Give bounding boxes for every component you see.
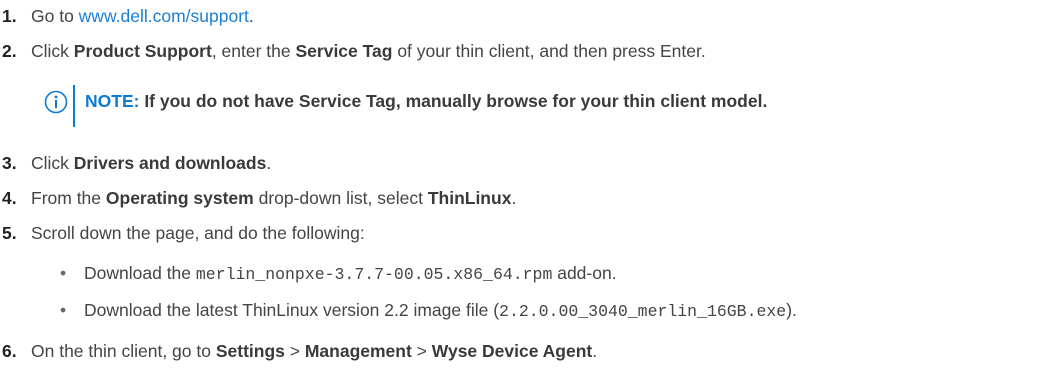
step-2: 2. Click Product Support, enter the Servi… <box>0 40 706 62</box>
thinlinux-label: ThinLinux <box>427 188 512 208</box>
step-4: 4. From the Operating system drop-down li… <box>0 187 516 209</box>
wyse-device-agent-label: Wyse Device Agent <box>431 341 593 361</box>
drivers-downloads-label: Drivers and downloads <box>73 153 267 173</box>
step-text: > <box>284 341 305 361</box>
list-item: • Download the merlin_nonpxe-3.7.7-00.05.… <box>60 262 617 286</box>
step-6: 6. On the thin client, go to Settings > M… <box>0 340 597 362</box>
product-support-label: Product Support <box>73 41 212 61</box>
step-text: Click <box>31 153 74 173</box>
list-item: • Download the latest ThinLinux version 2… <box>60 299 797 323</box>
step-text: . <box>511 188 517 208</box>
step-number: 1. <box>2 6 17 26</box>
step-text: On the thin client, go to <box>31 341 216 361</box>
note-text: NOTE: If you do not have Service Tag, ma… <box>85 90 767 112</box>
step-text: > <box>411 341 432 361</box>
step-number: 6. <box>2 341 17 361</box>
step-number: 5. <box>2 223 17 243</box>
info-circle-icon <box>44 90 68 114</box>
step-text: Click <box>31 41 74 61</box>
settings-label: Settings <box>215 341 285 361</box>
step-5: 5. Scroll down the page, and do the follo… <box>0 222 365 244</box>
step-1: 1. Go to www.dell.com/support. <box>0 5 254 27</box>
bullet-marker: • <box>60 263 67 283</box>
service-tag-label: Service Tag <box>295 41 393 61</box>
support-link[interactable]: www.dell.com/support <box>79 6 249 26</box>
bullet-text: add-on. <box>552 263 617 283</box>
filename-code: 2.2.0.00_3040_merlin_16GB.exe <box>499 302 787 321</box>
bullet-text: Download the <box>84 263 196 283</box>
step-3: 3. Click Drivers and downloads. <box>0 152 271 174</box>
step-text: Scroll down the page, and do the followi… <box>31 223 365 243</box>
note-divider <box>73 85 75 127</box>
step-text: From the <box>31 188 106 208</box>
step-text: Go to <box>31 6 79 26</box>
bullet-text: Download the latest ThinLinux version 2.… <box>84 300 500 320</box>
bullet-text: ). <box>786 300 797 320</box>
step-number: 3. <box>2 153 17 173</box>
step-number: 4. <box>2 188 17 208</box>
note-body: If you do not have Service Tag, manually… <box>139 91 768 111</box>
step-text: drop-down list, select <box>253 188 428 208</box>
bullet-marker: • <box>60 300 67 320</box>
step-text: . <box>266 153 272 173</box>
step-number: 2. <box>2 41 17 61</box>
operating-system-label: Operating system <box>105 188 254 208</box>
step-text: , enter the <box>211 41 296 61</box>
step-text: . <box>248 6 254 26</box>
note-label: NOTE: <box>85 91 140 111</box>
step-text: of your thin client, and then press Ente… <box>392 41 706 61</box>
management-label: Management <box>304 341 412 361</box>
filename-code: merlin_nonpxe-3.7.7-00.05.x86_64.rpm <box>195 265 553 284</box>
step-text: . <box>592 341 598 361</box>
